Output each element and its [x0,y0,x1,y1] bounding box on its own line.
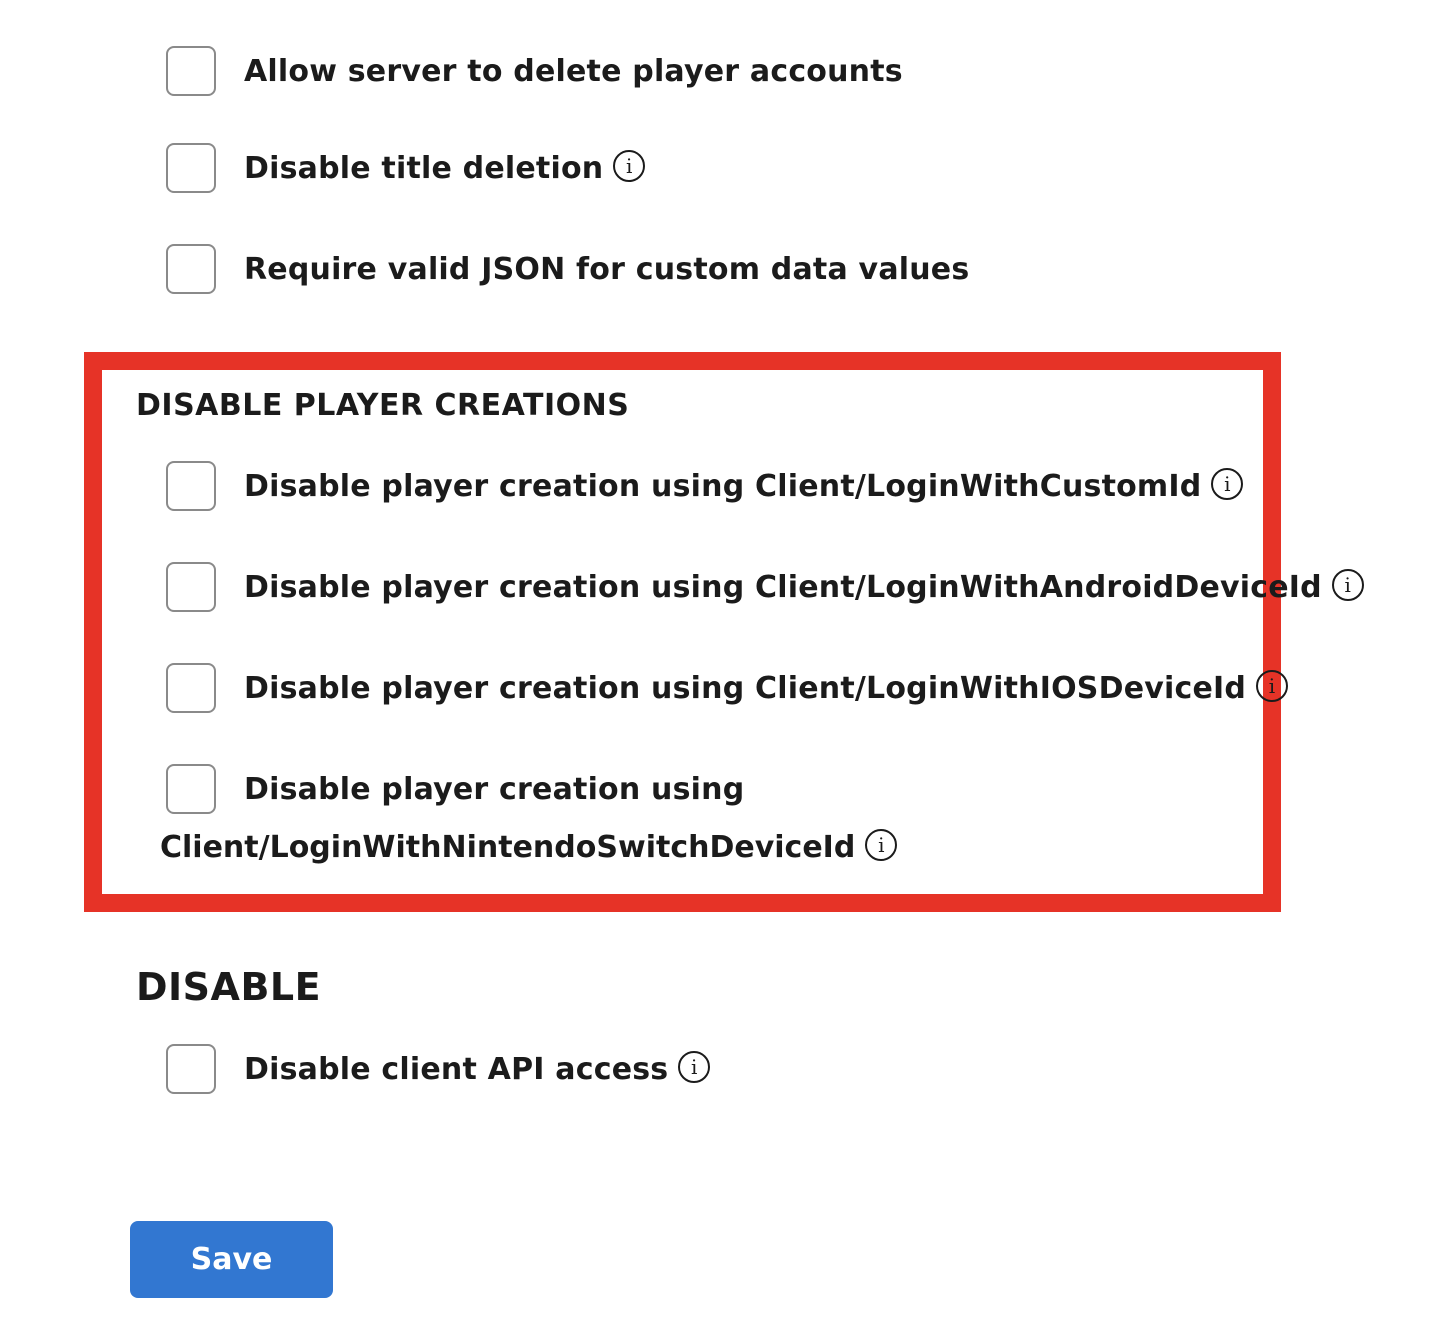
option-label-wrap: Disable player creation using Client/Log… [244,569,1364,605]
option-disable-client-api: Disable client API access i [166,1044,711,1094]
option-label-wrap: Disable player creation using Client/Log… [244,468,1244,504]
option-label: Disable player creation using Client/Log… [244,670,1247,706]
disable-creation-ios-checkbox[interactable] [166,663,216,713]
option-label: Disable player creation using Client/Log… [244,569,1322,605]
option-label-wrap: Disable title deletion i [244,150,646,186]
option-label-line2-wrap: Client/LoginWithNintendoSwitchDeviceId i [160,828,898,865]
option-disable-title-deletion: Disable title deletion i [166,143,646,193]
info-icon[interactable]: i [678,1051,711,1083]
option-label: Disable title deletion [244,150,604,186]
disable-heading: DISABLE [136,965,322,1009]
option-label: Require valid JSON for custom data value… [244,251,970,287]
require-valid-json-checkbox[interactable] [166,244,216,294]
option-label-wrap: Disable player creation using Client/Log… [244,670,1289,706]
disable-creation-nintendo-checkbox[interactable] [166,764,216,814]
info-icon[interactable]: i [1211,468,1244,500]
option-disable-creation-ios: Disable player creation using Client/Log… [166,663,1289,713]
disable-creation-android-checkbox[interactable] [166,562,216,612]
option-require-valid-json: Require valid JSON for custom data value… [166,244,969,294]
option-label: Allow server to delete player accounts [244,53,903,89]
disable-client-api-checkbox[interactable] [166,1044,216,1094]
option-label: Disable player creation using Client/Log… [244,468,1202,504]
info-icon[interactable]: i [1331,569,1364,601]
option-label-line2: Client/LoginWithNintendoSwitchDeviceId [160,830,856,865]
option-disable-creation-nintendo: Disable player creation using [166,764,744,814]
highlight-annotation-box [84,352,1281,912]
title-settings-page: Allow server to delete player accounts D… [0,0,1450,1340]
disable-player-creations-heading: DISABLE PLAYER CREATIONS [136,388,630,423]
allow-server-delete-accounts-checkbox[interactable] [166,46,216,96]
option-disable-creation-android: Disable player creation using Client/Log… [166,562,1364,612]
option-allow-server-delete-accounts: Allow server to delete player accounts [166,46,903,96]
info-icon[interactable]: i [613,150,646,182]
option-disable-creation-customid: Disable player creation using Client/Log… [166,461,1244,511]
save-button[interactable]: Save [130,1221,333,1298]
disable-title-deletion-checkbox[interactable] [166,143,216,193]
disable-creation-customid-checkbox[interactable] [166,461,216,511]
option-label-line1: Disable player creation using [244,771,745,807]
info-icon[interactable]: i [1256,670,1289,702]
option-first-line: Disable player creation using [166,764,744,814]
option-label: Disable client API access [244,1051,669,1087]
info-icon[interactable]: i [865,828,898,861]
option-label-wrap: Disable client API access i [244,1051,711,1087]
